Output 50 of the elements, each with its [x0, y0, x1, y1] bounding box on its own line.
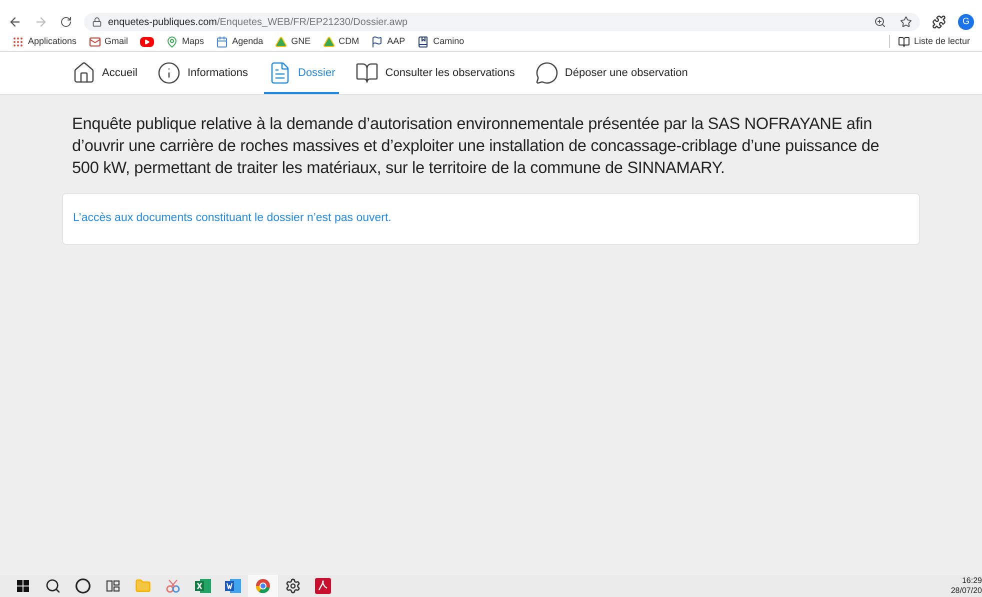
lock-icon [92, 17, 102, 27]
url-text: enquetes-publiques.com/Enquetes_WEB/FR/EP21230/Dossier.awp [108, 16, 408, 30]
bookmark-item[interactable]: AAP [371, 34, 406, 48]
bookmark-item[interactable]: Gmail [88, 34, 128, 48]
notice-text: L’accès aux documents constituant le dossier n’est pas ouvert. [73, 211, 392, 226]
search-icon[interactable] [45, 578, 61, 594]
nav-tab[interactable]: Consulter les observations [351, 54, 519, 94]
bookmark-item[interactable]: CDM [322, 34, 360, 48]
bookmark-item[interactable] [140, 36, 154, 46]
zoom-icon[interactable] [874, 16, 886, 28]
bookmark-item[interactable]: GNE [275, 34, 311, 48]
bookmark-item[interactable]: Applications [12, 34, 77, 48]
reading-list-button[interactable]: Liste de lectur [888, 34, 970, 48]
book-icon [355, 61, 380, 85]
nav-tab[interactable]: Accueil [68, 54, 142, 94]
pdf-icon[interactable] [315, 578, 331, 594]
extensions-icon[interactable] [932, 15, 946, 29]
flag-icon [371, 36, 384, 48]
speech-bubble-icon [534, 61, 559, 85]
bookmark-item[interactable]: Camino [417, 34, 464, 48]
star-icon[interactable] [900, 16, 912, 28]
browser-icon[interactable] [255, 578, 271, 594]
nav-tab[interactable]: Informations [153, 54, 252, 94]
document-icon[interactable] [225, 578, 241, 594]
settings-icon[interactable] [285, 578, 301, 594]
page-heading: Enquête publique relative à la demande d’autorisation environnementale présentée par la SAS NOFRAYANE afin d’ouvrir une carrière de roches massives et d’exploiter une installation de concassage-criblage d’une puissance de 500 kW, permettant de traiter les matériaux, sur le territoire de la commune de SINNAMARY. [71, 114, 880, 179]
back-icon[interactable] [8, 15, 22, 29]
circle-icon[interactable] [75, 578, 91, 594]
triangle-icon [275, 36, 288, 48]
task-view-icon[interactable] [106, 580, 120, 592]
bookmark-icon [417, 36, 430, 48]
profile-avatar[interactable]: G [958, 14, 974, 30]
windows-icon[interactable] [17, 580, 29, 592]
nav-tab[interactable]: Déposer une observation [530, 54, 692, 94]
pin-icon [166, 36, 178, 48]
mail-icon [88, 36, 101, 48]
book-icon [898, 36, 910, 48]
triangle-icon [322, 36, 335, 48]
scissors-icon[interactable] [165, 578, 181, 594]
home-icon [72, 61, 96, 85]
address-bar[interactable]: enquetes-publiques.com/Enquetes_WEB/FR/EP21230/Dossier.awp [84, 13, 920, 31]
bookmark-item[interactable]: Agenda [216, 34, 264, 48]
clock[interactable]: 16:29 28/07/20 [950, 576, 982, 596]
spreadsheet-icon[interactable] [195, 578, 211, 594]
apps-icon [12, 36, 24, 48]
calendar-icon [216, 36, 228, 48]
info-icon [157, 61, 182, 85]
bookmark-item[interactable]: Maps [166, 34, 204, 48]
play-icon [140, 36, 154, 46]
reload-icon[interactable] [60, 16, 72, 28]
